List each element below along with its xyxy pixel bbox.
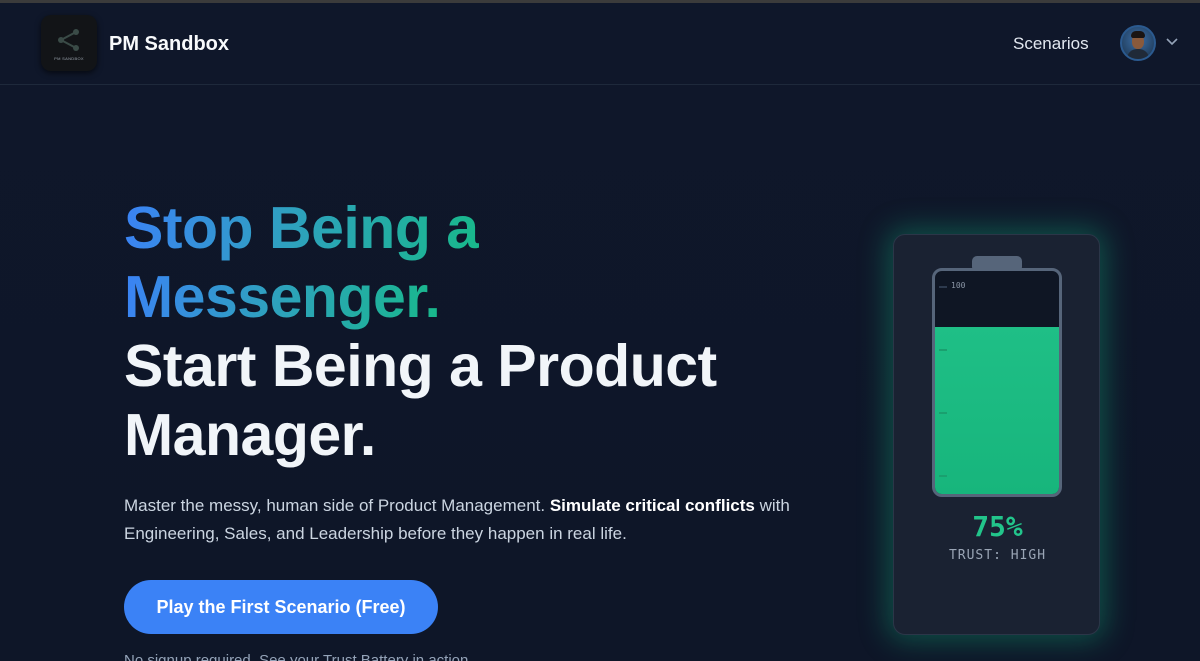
lead-bold-text: Simulate critical conflicts [549,496,755,515]
share-network-icon [58,29,79,51]
user-avatar[interactable] [1120,25,1156,61]
headline-line-4: Manager. [124,402,376,468]
headline-line-1: Stop Being a [124,195,479,261]
logo-caption: PM SANDBOX [54,56,84,61]
trust-percent: 75% [972,510,1023,543]
trust-battery: 100 [932,268,1062,497]
battery-fill [935,326,1059,494]
battery-tick [939,412,947,414]
app-logo[interactable]: PM SANDBOX [41,15,97,71]
play-first-scenario-button[interactable]: Play the First Scenario (Free) [124,580,438,634]
lead-text-1: Master the messy, human side of Product … [124,496,550,515]
trust-status: TRUST: HIGH [948,548,1047,563]
signup-note: No signup required. See your Trust Batte… [124,652,473,661]
hero-headline: Stop Being a Messenger. Start Being a Pr… [124,194,804,470]
brand-name[interactable]: PM Sandbox [109,33,229,56]
avatar-hair [1131,31,1145,38]
nav-link-scenarios[interactable]: Scenarios [1013,34,1089,54]
hero-description: Master the messy, human side of Product … [124,492,824,548]
chevron-down-icon[interactable] [1165,37,1179,47]
headline-line-2: Messenger. [124,264,441,330]
battery-tick [939,349,947,351]
battery-tick-label: 100 [951,281,966,290]
battery-tick [939,286,947,288]
navbar: PM SANDBOX PM Sandbox Scenarios [0,3,1200,85]
battery-tick [939,475,947,477]
trust-battery-card: 100 75% TRUST: HIGH [893,234,1100,635]
page: PM SANDBOX PM Sandbox Scenarios Stop Bei… [0,0,1200,661]
avatar-body [1127,49,1149,59]
headline-line-3: Start Being a Product [124,333,717,399]
